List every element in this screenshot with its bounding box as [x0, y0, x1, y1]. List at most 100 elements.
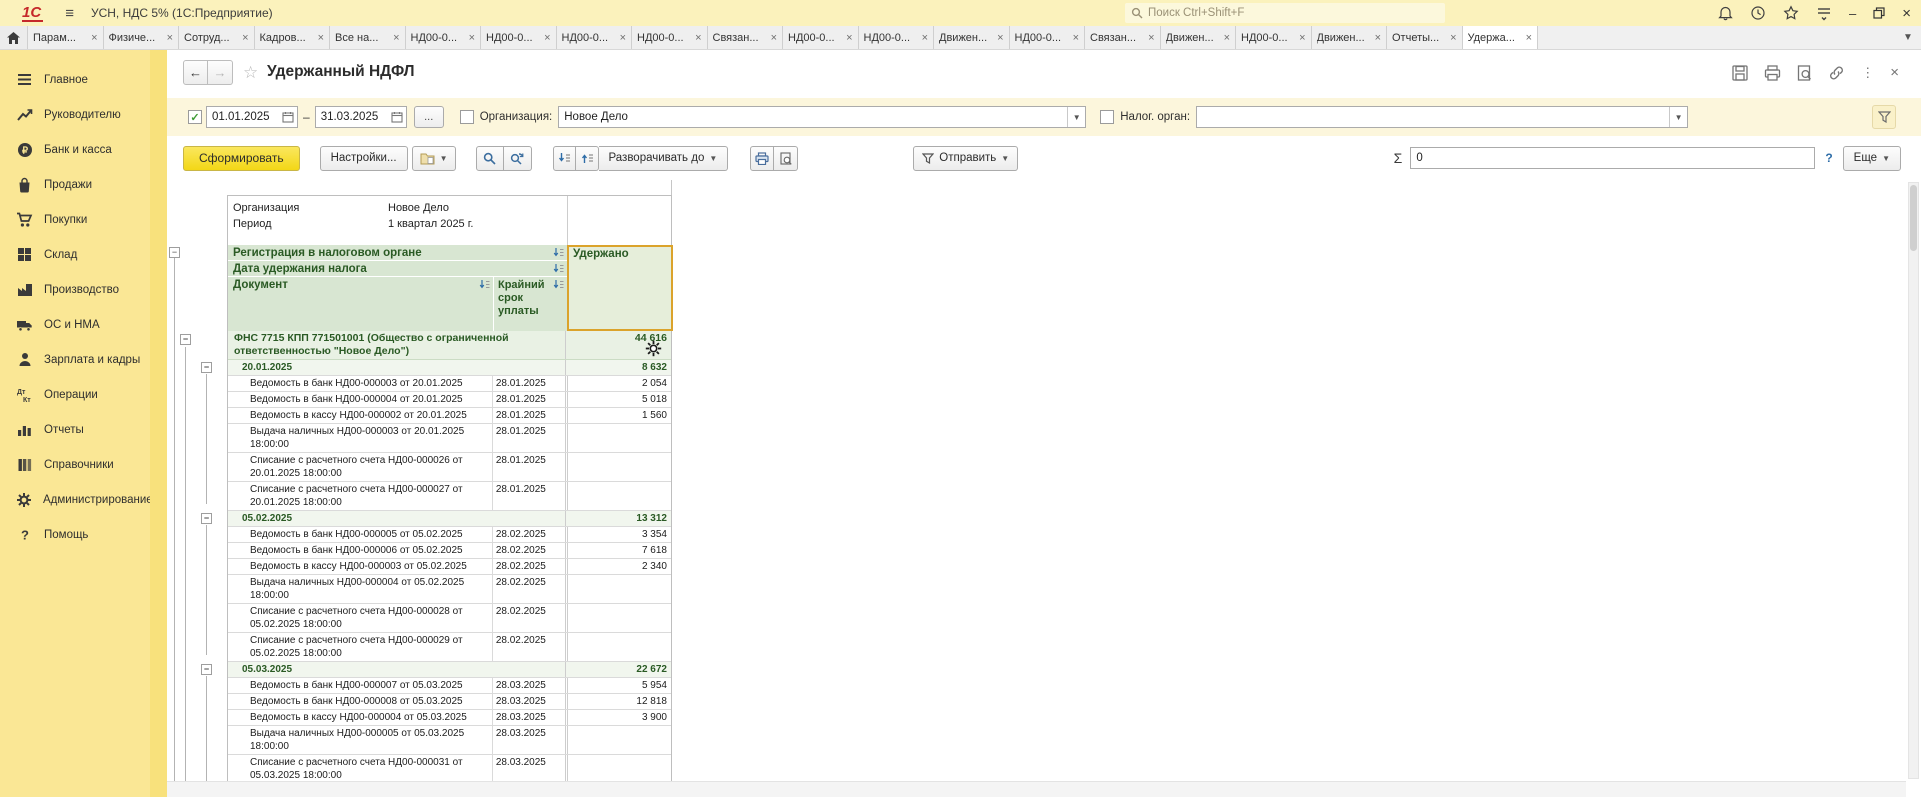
due-date-cell[interactable]: 28.01.2025	[492, 453, 566, 481]
expander-icon[interactable]	[201, 513, 212, 524]
tab[interactable]: Отчеты...×	[1387, 26, 1463, 49]
period-more-button[interactable]: ...	[414, 106, 444, 128]
report-variants-button[interactable]: ▼	[412, 146, 456, 171]
document-cell[interactable]: Выдача наличных НД00-000003 от 20.01.202…	[228, 424, 492, 452]
due-date-cell[interactable]: 28.01.2025	[492, 424, 566, 452]
main-menu-icon[interactable]: ≡	[65, 5, 73, 22]
tab-close-icon[interactable]: ×	[922, 32, 928, 44]
amount-cell[interactable]: 12 818	[565, 694, 671, 709]
date-from-input[interactable]: 01.01.2025	[206, 106, 298, 128]
amount-cell[interactable]: 5 954	[565, 678, 671, 693]
help-button[interactable]: ?	[1825, 151, 1832, 165]
tab-close-icon[interactable]: ×	[1224, 32, 1230, 44]
tab[interactable]: Связан...×	[708, 26, 784, 49]
report-row[interactable]: Выдача наличных НД00-000005 от 05.03.202…	[228, 726, 671, 755]
document-cell[interactable]: Ведомость в банк НД00-000004 от 20.01.20…	[228, 392, 492, 407]
sort-icon[interactable]	[479, 279, 490, 290]
calendar-icon[interactable]	[282, 111, 294, 123]
tab-close-icon[interactable]: ×	[1148, 32, 1154, 44]
amount-cell[interactable]: 3 354	[565, 527, 671, 542]
group-amount-cell[interactable]: 13 312	[565, 511, 671, 526]
document-cell[interactable]: Ведомость в кассу НД00-000003 от 05.02.2…	[228, 559, 492, 574]
fns-label-cell[interactable]: ФНС 7715 КПП 771501001 (Общество с огран…	[228, 331, 565, 359]
autosum-field[interactable]: 0	[1410, 147, 1815, 169]
tab[interactable]: Удержа...×	[1463, 26, 1539, 49]
group-amount-cell[interactable]: 22 672	[565, 662, 671, 677]
tab[interactable]: Все на...×	[330, 26, 406, 49]
sidebar-item-purchases-cart[interactable]: Покупки	[0, 202, 150, 237]
amount-cell[interactable]	[565, 424, 671, 452]
tab-close-icon[interactable]: ×	[620, 32, 626, 44]
document-cell[interactable]: Ведомость в кассу НД00-000004 от 05.03.2…	[228, 710, 492, 725]
close-window-button[interactable]: ×	[1902, 7, 1911, 20]
tab[interactable]: Движен...×	[934, 26, 1010, 49]
tab[interactable]: Движен...×	[1312, 26, 1388, 49]
document-cell[interactable]: Выдача наличных НД00-000005 от 05.03.202…	[228, 726, 492, 754]
due-date-cell[interactable]: 28.01.2025	[492, 408, 566, 423]
minimize-button[interactable]: –	[1849, 7, 1856, 20]
sidebar-item-help-question[interactable]: ?Помощь	[0, 517, 150, 552]
amount-cell[interactable]: 3 900	[565, 710, 671, 725]
amount-cell[interactable]	[565, 453, 671, 481]
amount-cell[interactable]	[565, 575, 671, 603]
due-date-cell[interactable]: 28.02.2025	[492, 604, 566, 632]
save-icon[interactable]	[1732, 65, 1748, 81]
sidebar-item-hr-person[interactable]: Зарплата и кадры	[0, 342, 150, 377]
link-icon[interactable]	[1828, 65, 1845, 81]
tab[interactable]: НД00-0...×	[632, 26, 708, 49]
scrollbar-thumb[interactable]	[1910, 185, 1917, 251]
expander-icon[interactable]	[169, 247, 180, 258]
expander-icon[interactable]	[201, 664, 212, 675]
report-row[interactable]: Списание с расчетного счета НД00-000029 …	[228, 633, 671, 662]
report-row[interactable]: Ведомость в банк НД00-000007 от 05.03.20…	[228, 678, 671, 694]
report-row[interactable]: Ведомость в банк НД00-000008 от 05.03.20…	[228, 694, 671, 710]
history-icon[interactable]	[1750, 5, 1766, 21]
expand-to-button[interactable]: Разворачивать до▼	[599, 146, 729, 171]
group-date-cell[interactable]: 20.01.2025	[228, 360, 565, 375]
tab[interactable]: НД00-0...×	[1010, 26, 1086, 49]
document-cell[interactable]: Ведомость в банк НД00-000005 от 05.02.20…	[228, 527, 492, 542]
expand-rows-button[interactable]	[553, 146, 576, 171]
back-button[interactable]: ←	[183, 60, 208, 85]
header-hold-date[interactable]: Дата удержания налога	[228, 261, 567, 277]
chevron-down-icon[interactable]: ▼	[1669, 107, 1687, 127]
due-date-cell[interactable]: 28.03.2025	[492, 755, 566, 783]
report-row[interactable]: Ведомость в банк НД00-000003 от 20.01.20…	[228, 376, 671, 392]
tab-close-icon[interactable]: ×	[771, 32, 777, 44]
favorite-star-icon[interactable]: ☆	[243, 63, 258, 83]
service-menu-icon[interactable]	[1816, 5, 1832, 21]
sort-icon[interactable]	[553, 263, 564, 274]
document-cell[interactable]: Ведомость в банк НД00-000003 от 20.01.20…	[228, 376, 492, 391]
print-preview-button[interactable]	[774, 146, 798, 171]
tab[interactable]: НД00-0...×	[557, 26, 633, 49]
sidebar-item-leader-chart[interactable]: Руководителю	[0, 97, 150, 132]
favorites-star-icon[interactable]	[1783, 5, 1799, 21]
document-cell[interactable]: Списание с расчетного счета НД00-000028 …	[228, 604, 492, 632]
report-row[interactable]: Списание с расчетного счета НД00-000027 …	[228, 482, 671, 511]
tab[interactable]: Физиче...×	[104, 26, 180, 49]
report-row[interactable]: Ведомость в кассу НД00-000002 от 20.01.2…	[228, 408, 671, 424]
sidebar-item-reports-chart[interactable]: Отчеты	[0, 412, 150, 447]
find-button[interactable]	[476, 146, 504, 171]
filter-funnel-button[interactable]	[1872, 105, 1896, 129]
forward-button[interactable]: →	[208, 60, 233, 85]
document-cell[interactable]: Ведомость в кассу НД00-000002 от 20.01.2…	[228, 408, 492, 423]
sort-icon[interactable]	[553, 279, 564, 290]
document-cell[interactable]: Ведомость в банк НД00-000006 от 05.02.20…	[228, 543, 492, 558]
organization-checkbox[interactable]	[460, 110, 474, 124]
due-date-cell[interactable]: 28.03.2025	[492, 694, 566, 709]
tab[interactable]: Движен...×	[1161, 26, 1237, 49]
group-amount-cell[interactable]: 8 632	[565, 360, 671, 375]
sidebar-item-warehouse-grid[interactable]: Склад	[0, 237, 150, 272]
document-cell[interactable]: Списание с расчетного счета НД00-000026 …	[228, 453, 492, 481]
more-button[interactable]: Еще▼	[1843, 146, 1901, 171]
report-row[interactable]: Списание с расчетного счета НД00-000026 …	[228, 453, 671, 482]
group-date-cell[interactable]: 05.03.2025	[228, 662, 565, 677]
tab[interactable]: НД00-0...×	[859, 26, 935, 49]
amount-cell[interactable]	[565, 755, 671, 783]
document-cell[interactable]: Списание с расчетного счета НД00-000029 …	[228, 633, 492, 661]
amount-cell[interactable]: 1 560	[565, 408, 671, 423]
document-cell[interactable]: Ведомость в банк НД00-000007 от 05.03.20…	[228, 678, 492, 693]
sidebar-item-assets-truck[interactable]: ОС и НМА	[0, 307, 150, 342]
tab-close-icon[interactable]: ×	[167, 32, 173, 44]
